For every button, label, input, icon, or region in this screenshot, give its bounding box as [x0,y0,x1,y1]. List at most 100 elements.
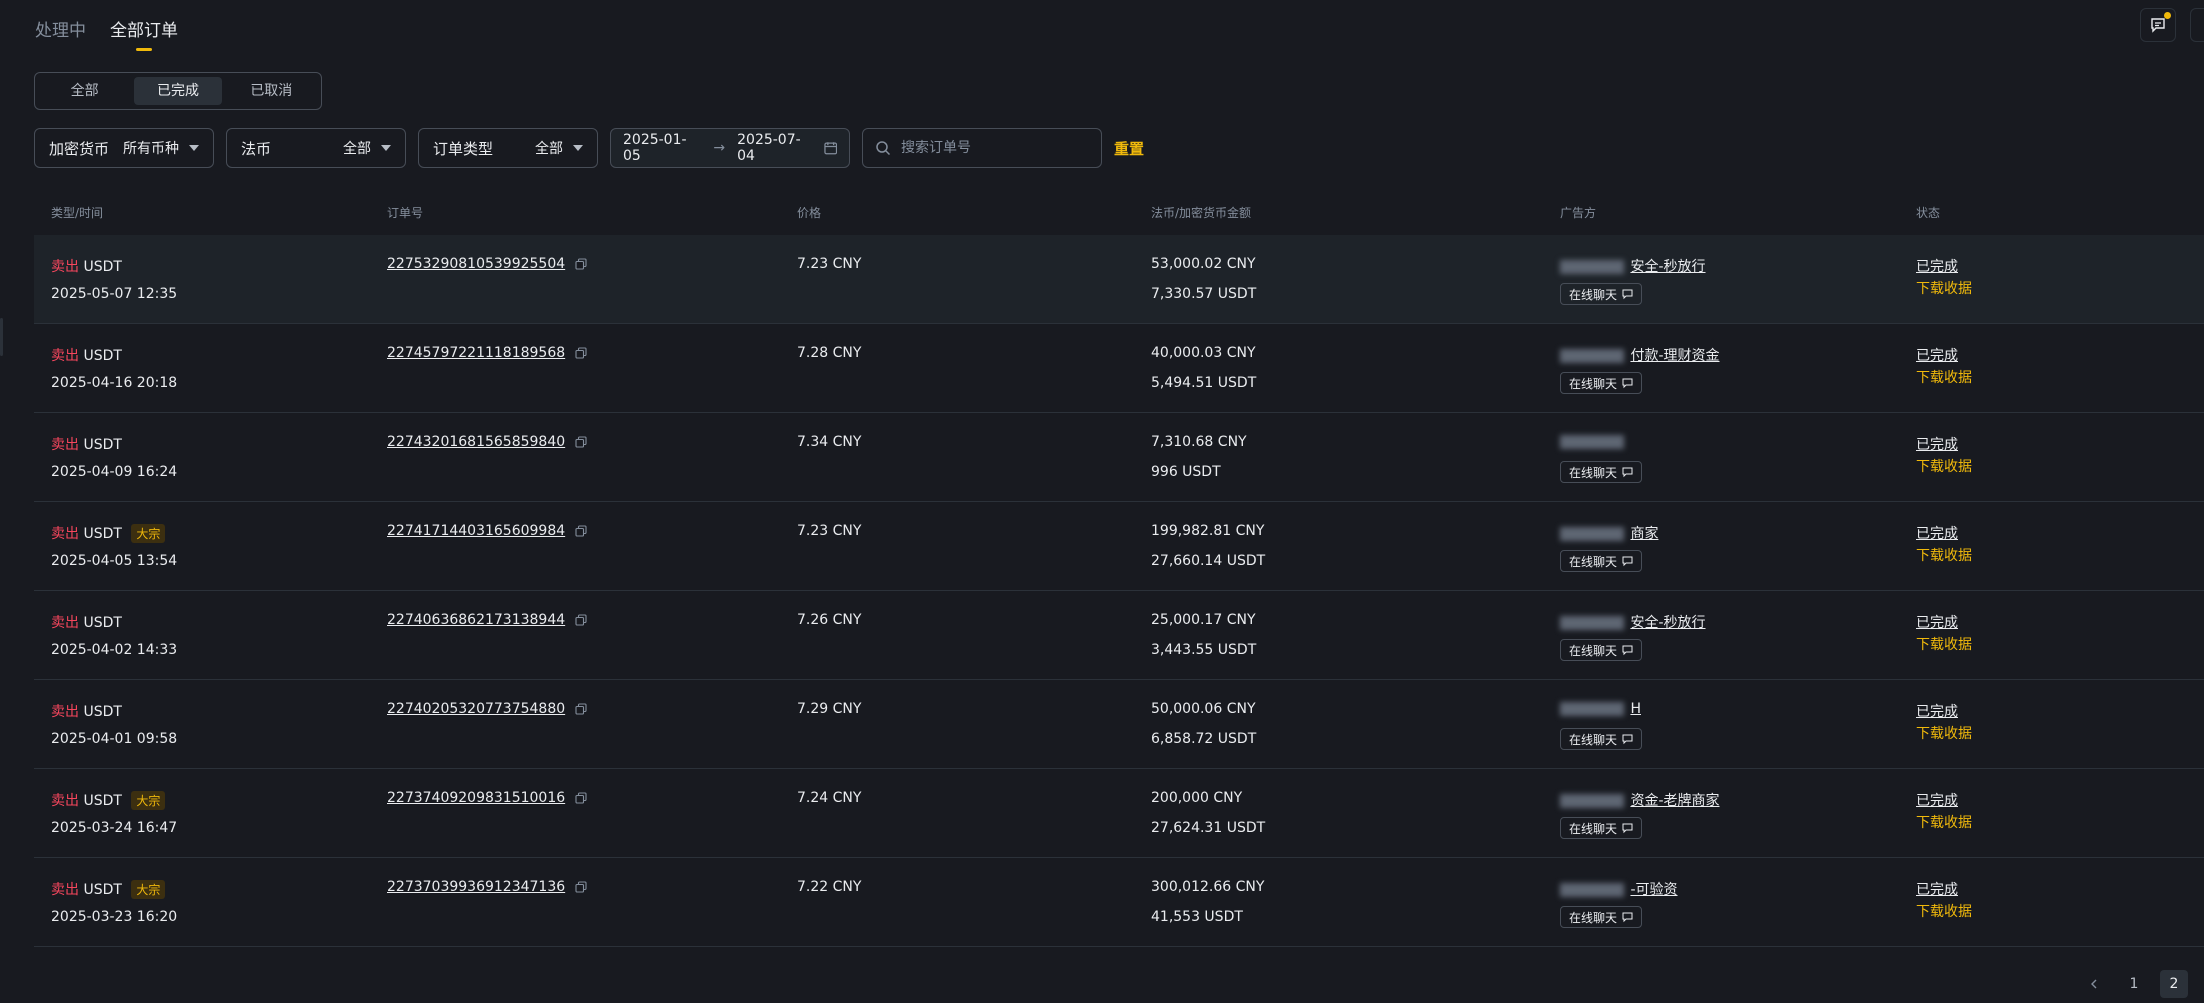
copy-icon[interactable] [575,614,587,626]
date-start[interactable]: 2025-01-05 [623,132,701,164]
online-chat-button[interactable]: 在线聊天 [1560,461,1643,483]
price: 7.29 CNY [797,701,862,717]
download-receipt-link[interactable]: 下载收据 [1916,545,1972,565]
online-chat-button[interactable]: 在线聊天 [1560,817,1643,839]
fiat-amount: 25,000.17 CNY [1151,612,1256,628]
reset-button[interactable]: 重置 [1114,138,1144,159]
advertiser-name[interactable]: -可验资 [1630,882,1677,898]
status-tab-all[interactable]: 全部 [41,77,128,105]
fiat-amount: 199,982.81 CNY [1151,523,1265,539]
online-chat-button[interactable]: 在线聊天 [1560,550,1643,572]
online-chat-button[interactable]: 在线聊天 [1560,728,1643,750]
redacted-advertiser [1560,260,1624,274]
crypto-amount: 27,660.14 USDT [1151,553,1266,569]
advertiser-name[interactable]: 付款-理财资金 [1630,348,1719,364]
search-input[interactable] [899,139,1083,157]
download-receipt-link[interactable]: 下载收据 [1916,634,1972,654]
crypto-amount: 6,858.72 USDT [1151,731,1257,747]
status-completed[interactable]: 已完成 [1916,434,1958,454]
copy-icon[interactable] [575,881,587,893]
copy-icon[interactable] [575,703,587,715]
top-tabs: 处理中 全部订单 [35,16,178,51]
status-tab-cancelled[interactable]: 已取消 [228,77,315,105]
date-range-picker[interactable]: 2025-01-05 → 2025-07-04 [610,128,850,168]
prev-page-button[interactable] [2080,970,2108,998]
order-number-link[interactable]: 22741714403165609984 [387,523,565,539]
download-receipt-link[interactable]: 下载收据 [1916,278,1972,298]
type-cell: 卖出 USDT 大宗 [51,790,166,810]
tab-all-orders[interactable]: 全部订单 [110,16,178,51]
download-receipt-link[interactable]: 下载收据 [1916,456,1972,476]
online-chat-button[interactable]: 在线聊天 [1560,283,1643,305]
status-completed[interactable]: 已完成 [1916,345,1958,365]
status-completed[interactable]: 已完成 [1916,523,1958,543]
online-chat-button[interactable]: 在线聊天 [1560,639,1643,661]
download-receipt-link[interactable]: 下载收据 [1916,367,1972,387]
page-2[interactable]: 2 [2160,970,2188,998]
column-header-order-no: 订单号 [387,206,424,220]
status-completed[interactable]: 已完成 [1916,701,1958,721]
bulk-badge: 大宗 [131,524,166,543]
crypto-select-label: 加密货币 [49,139,110,158]
advertiser-cell: 安全-秒放行 [1560,256,1706,276]
advertiser-name[interactable]: 商家 [1630,526,1658,542]
status-completed[interactable]: 已完成 [1916,612,1958,632]
message-icon [1622,645,1633,655]
copy-icon[interactable] [575,792,587,804]
page-3[interactable]: 3 [2200,970,2204,998]
order-number-link[interactable]: 22745797221118189568 [387,345,565,361]
order-type-select[interactable]: 订单类型 全部 [418,128,598,168]
order-number-link[interactable]: 22737409209831510016 [387,790,565,806]
fiat-amount: 7,310.68 CNY [1151,434,1247,450]
tab-processing[interactable]: 处理中 [35,16,86,51]
messages-button[interactable] [2140,8,2176,42]
bulk-badge: 大宗 [131,880,166,899]
status-completed[interactable]: 已完成 [1916,790,1958,810]
copy-icon[interactable] [575,258,587,270]
copy-icon[interactable] [575,436,587,448]
download-receipt-link[interactable]: 下载收据 [1916,901,1972,921]
chat-label: 在线聊天 [1569,465,1618,480]
order-number-link[interactable]: 22737039936912347136 [387,879,565,895]
online-chat-button[interactable]: 在线聊天 [1560,906,1643,928]
side-label: 卖出 [51,259,79,275]
crypto-amount: 996 USDT [1151,464,1221,480]
type-cell: 卖出 USDT 大宗 [51,879,166,899]
status-completed[interactable]: 已完成 [1916,879,1958,899]
crypto-select[interactable]: 加密货币 所有币种 [34,128,214,168]
redacted-advertiser [1560,527,1624,541]
status-completed[interactable]: 已完成 [1916,256,1958,276]
advertiser-cell: 付款-理财资金 [1560,345,1720,365]
copy-icon[interactable] [575,525,587,537]
advertiser-cell: 资金-老牌商家 [1560,790,1720,810]
order-time: 2025-04-09 16:24 [51,464,178,480]
advertiser-name[interactable]: H [1630,701,1641,717]
type-cell: 卖出 USDT [51,612,122,632]
more-button[interactable] [2190,8,2204,42]
download-receipt-link[interactable]: 下载收据 [1916,723,1972,743]
fiat-select[interactable]: 法币 全部 [226,128,406,168]
online-chat-button[interactable]: 在线聊天 [1560,372,1643,394]
table-row: 卖出 USDT 大宗 2025-03-24 16:47 227374092098… [34,769,2204,858]
date-end[interactable]: 2025-07-04 [737,132,815,164]
order-time: 2025-04-02 14:33 [51,642,178,658]
order-number-link[interactable]: 22740636862173138944 [387,612,565,628]
order-time: 2025-04-01 09:58 [51,731,178,747]
redacted-advertiser [1560,435,1624,449]
copy-icon[interactable] [575,347,587,359]
advertiser-name[interactable]: 资金-老牌商家 [1630,793,1719,809]
status-tab-completed[interactable]: 已完成 [134,77,222,105]
advertiser-name[interactable]: 安全-秒放行 [1630,259,1705,275]
redacted-advertiser [1560,794,1624,808]
advertiser-name[interactable]: 安全-秒放行 [1630,615,1705,631]
arrow-right-icon: → [713,140,726,156]
order-number-link[interactable]: 22740205320773754880 [387,701,565,717]
order-type-select-value: 全部 [535,141,563,157]
download-receipt-link[interactable]: 下载收据 [1916,812,1972,832]
order-number-link[interactable]: 22743201681565859840 [387,434,565,450]
sidebar-handle[interactable] [0,318,3,356]
page-1[interactable]: 1 [2120,970,2148,998]
side-label: 卖出 [51,437,79,453]
message-icon [1622,289,1633,299]
order-number-link[interactable]: 22753290810539925504 [387,256,565,272]
